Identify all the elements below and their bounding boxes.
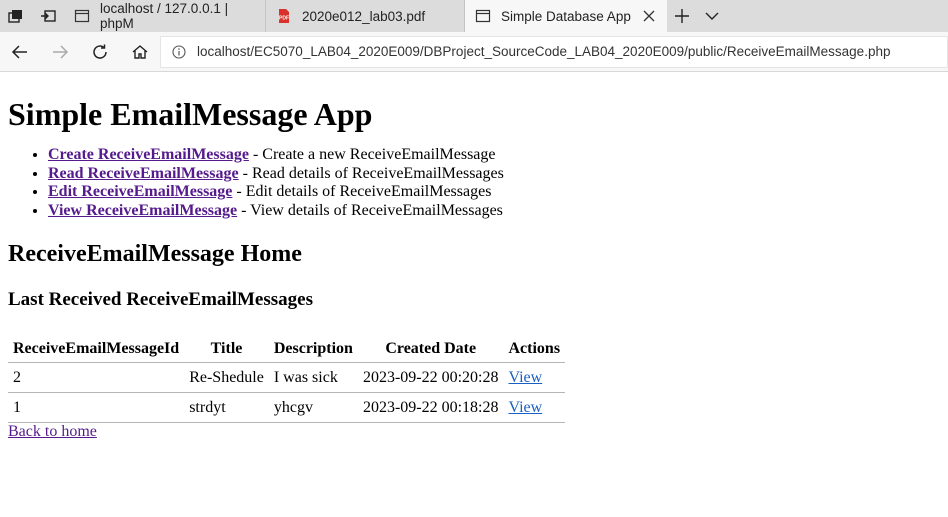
page-title: Simple EmailMessage App [8,96,373,132]
cell-description: I was sick [268,362,358,393]
column-header-actions: Actions [503,334,566,363]
menu-item-view: View ReceiveEmailMessage - View details … [48,202,940,221]
navigation-bar: localhost/EC5070_LAB04_2020E009/DBProjec… [0,32,948,72]
back-icon[interactable] [0,32,40,72]
menu-item-desc: - View details of ReceiveEmailMessages [237,201,503,219]
tab-pdf[interactable]: PDF 2020e012_lab03.pdf [266,0,465,32]
close-icon[interactable] [641,8,657,24]
subsection-title: Last Received ReceiveEmailMessages [8,289,313,310]
menu-item-create: Create ReceiveEmailMessage - Create a ne… [48,146,940,165]
page-content: Simple EmailMessage App Create ReceiveEm… [0,96,948,441]
window-icon [74,8,90,24]
cell-actions: View [503,392,566,423]
forward-icon[interactable] [40,32,80,72]
create-link[interactable]: Create ReceiveEmailMessage [48,146,249,163]
address-bar[interactable]: localhost/EC5070_LAB04_2020E009/DBProjec… [160,35,948,68]
main-menu: Create ReceiveEmailMessage - Create a ne… [8,146,940,220]
menu-item-desc: - Read details of ReceiveEmailMessages [238,164,504,182]
tab-title: Simple Database App [501,8,631,24]
tab-simple-database-app[interactable]: Simple Database App [465,0,667,32]
chevron-down-icon[interactable] [697,0,727,32]
cell-description: yhcgv [268,392,358,423]
cell-actions: View [503,362,566,393]
info-icon[interactable] [161,44,197,59]
view-row-link[interactable]: View [509,369,543,386]
menu-item-desc: - Create a new ReceiveEmailMessage [248,146,496,163]
messages-table: ReceiveEmailMessageId Title Description … [8,334,566,423]
cell-created-date: 2023-09-22 00:20:28 [357,362,504,393]
menu-item-desc: - Edit details of ReceiveEmailMessages [232,183,492,200]
cell-created-date: 2023-09-22 00:18:28 [357,392,504,423]
column-header-description: Description [268,334,358,363]
view-link[interactable]: View ReceiveEmailMessage [48,202,237,219]
column-header-created-date: Created Date [357,334,504,363]
cell-title: Re-Shedule [184,362,269,393]
svg-text:PDF: PDF [279,16,289,22]
table-row: 2 Re-Shedule I was sick 2023-09-22 00:20… [8,362,566,393]
cell-id: 1 [8,392,185,423]
column-header-id: ReceiveEmailMessageId [8,334,185,363]
menu-item-read: Read ReceiveEmailMessage - Read details … [48,165,940,184]
pdf-icon: PDF [276,8,292,24]
section-title: ReceiveEmailMessage Home [8,241,302,267]
tab-bar: localhost / 127.0.0.1 | phpM PDF 2020e01… [0,0,948,32]
cell-id: 2 [8,362,185,393]
tab-title: localhost / 127.0.0.1 | phpM [100,1,229,31]
view-row-link[interactable]: View [509,399,543,416]
tab-title: 2020e012_lab03.pdf [302,8,426,24]
edit-link[interactable]: Edit ReceiveEmailMessage [48,183,232,200]
url-text: localhost/EC5070_LAB04_2020E009/DBProjec… [197,44,891,59]
home-icon[interactable] [120,32,160,72]
tab-phpmyadmin[interactable]: localhost / 127.0.0.1 | phpM [64,0,266,32]
refresh-icon[interactable] [80,32,120,72]
table-header-row: ReceiveEmailMessageId Title Description … [8,334,566,363]
cell-title: strdyt [184,392,269,423]
tab-actions-icon[interactable] [0,0,32,32]
back-to-home-link[interactable]: Back to home [8,423,97,440]
new-tab-button[interactable] [667,0,697,32]
menu-item-edit: Edit ReceiveEmailMessage - Edit details … [48,183,940,202]
window-icon [475,8,491,24]
read-link[interactable]: Read ReceiveEmailMessage [48,165,239,182]
table-row: 1 strdyt yhcgv 2023-09-22 00:18:28 View [8,392,566,423]
set-tabs-aside-icon[interactable] [32,0,64,32]
column-header-title: Title [184,334,269,363]
